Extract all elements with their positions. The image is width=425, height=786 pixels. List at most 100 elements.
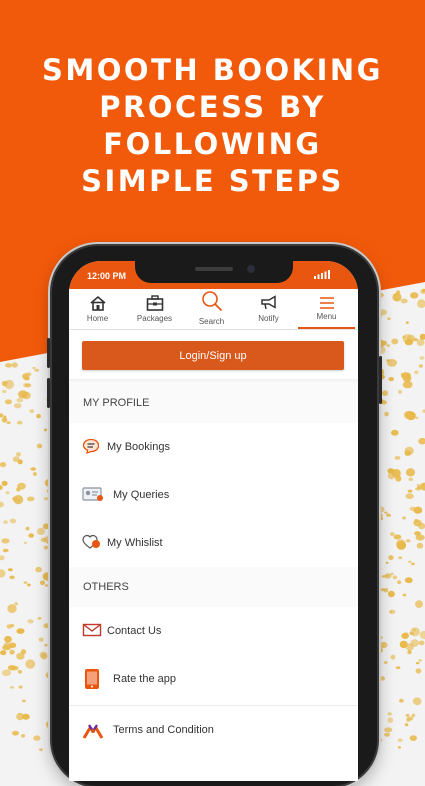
confetti-dot — [4, 636, 12, 643]
confetti-dot — [384, 661, 388, 664]
tab-label: Packages — [126, 314, 183, 323]
menu-item-my-bookings[interactable]: My Bookings — [69, 423, 358, 472]
menu-item-label: Terms and Condition — [113, 724, 214, 736]
tab-home[interactable]: Home — [69, 289, 126, 329]
confetti-dot — [18, 459, 23, 464]
megaphone-icon — [260, 295, 278, 311]
confetti-dot — [9, 576, 14, 580]
confetti-dot — [40, 581, 45, 586]
confetti-dot — [407, 717, 413, 721]
confetti-dot — [387, 359, 397, 367]
confetti-dot — [415, 600, 423, 608]
confetti-dot — [34, 369, 39, 372]
confetti-dot — [0, 462, 6, 467]
menu-item-my-wishlist[interactable]: My Whislist — [69, 519, 358, 568]
confetti-dot — [386, 562, 389, 564]
confetti-dot — [21, 734, 25, 737]
confetti-dot — [403, 381, 413, 388]
confetti-dot — [27, 619, 33, 623]
confetti-dot — [17, 421, 23, 425]
confetti-dot — [405, 723, 409, 726]
confetti-dot — [395, 456, 401, 460]
confetti-dot — [414, 531, 421, 535]
confetti-dot — [402, 517, 406, 520]
confetti-dot — [0, 502, 4, 508]
confetti-dot — [387, 317, 390, 320]
confetti-dot — [417, 543, 424, 549]
phone-notch — [135, 261, 293, 283]
confetti-dot — [410, 292, 418, 298]
confetti-dot — [412, 714, 416, 717]
confetti-dot — [419, 641, 425, 646]
confetti-dot — [39, 638, 44, 642]
confetti-dot — [384, 575, 388, 577]
confetti-dot — [44, 623, 50, 628]
confetti-dot — [413, 697, 422, 705]
confetti-dot — [396, 666, 400, 669]
tab-packages[interactable]: Packages — [126, 289, 183, 329]
confetti-dot — [26, 527, 30, 531]
confetti-dot — [6, 491, 10, 494]
confetti-dot — [419, 364, 423, 367]
confetti-dot — [384, 733, 390, 737]
menu-item-label: My Queries — [113, 489, 169, 501]
confetti-dot — [37, 444, 42, 449]
login-signup-button[interactable]: Login/Sign up — [82, 341, 344, 370]
menu-item-contact-us[interactable]: Contact Us — [69, 607, 358, 656]
confetti-dot — [414, 371, 418, 375]
confetti-dot — [401, 373, 404, 375]
confetti-dot — [40, 652, 48, 659]
confetti-dot — [388, 591, 395, 597]
confetti-dot — [16, 628, 24, 634]
confetti-dot — [380, 676, 385, 680]
confetti-dot — [380, 642, 388, 648]
menu-item-rate-app[interactable]: Rate the app — [69, 655, 358, 706]
confetti-dot — [410, 507, 417, 511]
id-card-icon — [82, 486, 104, 502]
confetti-dot — [7, 624, 12, 629]
confetti-dot — [388, 717, 394, 723]
confetti-dot — [408, 561, 411, 563]
confetti-dot — [416, 668, 422, 673]
confetti-dot — [5, 363, 12, 368]
confetti-dot — [400, 641, 408, 648]
confetti-dot — [391, 339, 398, 345]
confetti-dot — [9, 643, 16, 649]
confetti-dot — [0, 569, 6, 577]
confetti-dot — [2, 390, 6, 393]
volume-button — [47, 338, 50, 368]
confetti-dot — [14, 403, 22, 408]
front-camera — [247, 265, 255, 273]
speaker-grille — [195, 267, 233, 271]
confetti-dot — [415, 417, 418, 419]
confetti-dot — [16, 653, 24, 660]
confetti-dot — [394, 293, 397, 295]
confetti-dot — [36, 414, 41, 418]
tab-label: Search — [183, 317, 240, 326]
tab-search[interactable]: Search — [183, 289, 240, 329]
tab-menu[interactable]: Menu — [298, 289, 355, 329]
menu-item-my-queries[interactable]: My Queries — [69, 471, 358, 520]
confetti-dot — [17, 483, 26, 490]
confetti-dot — [27, 497, 34, 502]
chat-bubble-icon — [82, 438, 100, 454]
menu-item-terms[interactable]: Terms and Condition — [69, 706, 358, 758]
section-title: MY PROFILE — [83, 397, 149, 409]
confetti-dot — [386, 514, 391, 517]
confetti-dot — [403, 334, 413, 343]
confetti-dot — [406, 714, 410, 717]
headline-line: PROCESS BY — [0, 89, 425, 126]
confetti-dot — [398, 739, 403, 742]
tab-notify[interactable]: Notify — [240, 289, 297, 329]
confetti-dot — [381, 588, 386, 591]
confetti-dot — [378, 636, 383, 639]
confetti-dot — [2, 481, 8, 486]
confetti-dot — [38, 617, 42, 620]
confetti-dot — [377, 507, 385, 513]
menu-item-label: My Whislist — [107, 537, 163, 549]
confetti-dot — [416, 662, 420, 664]
confetti-dot — [44, 644, 47, 647]
confetti-dot — [401, 299, 408, 304]
confetti-dot — [393, 576, 398, 580]
confetti-dot — [7, 604, 16, 613]
